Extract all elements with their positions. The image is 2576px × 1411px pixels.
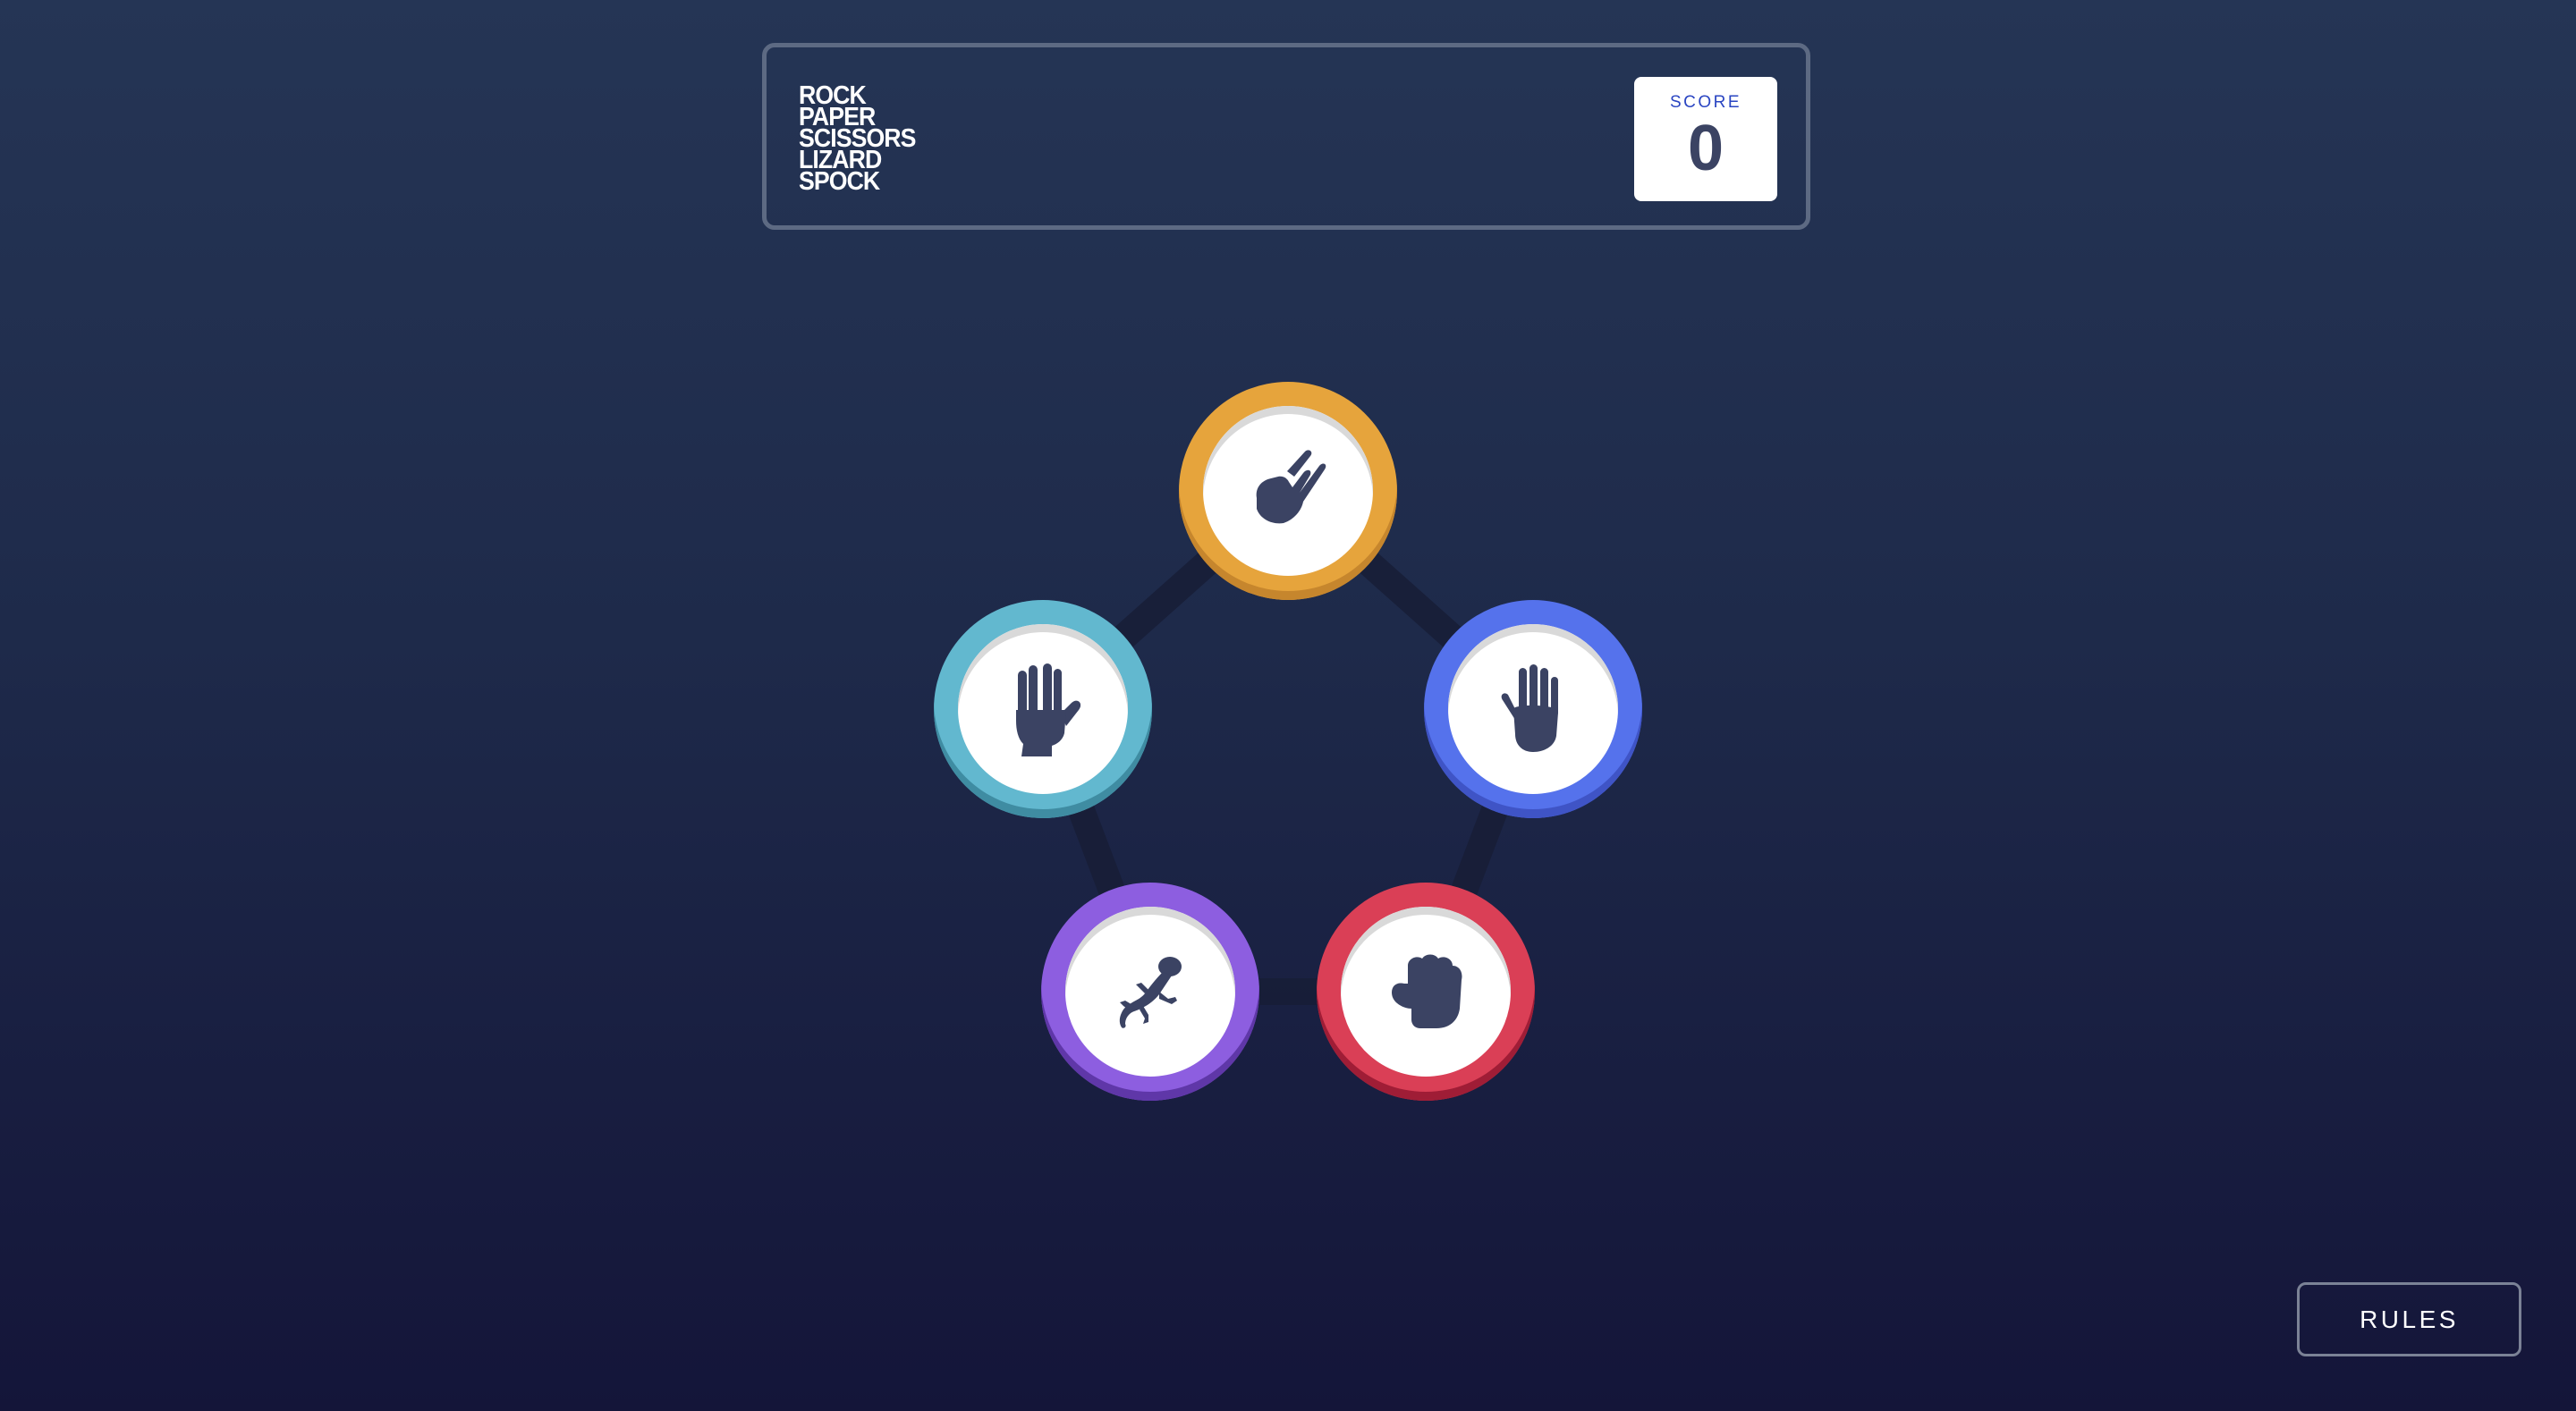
rock-token-face [1341,907,1511,1077]
lizard-token[interactable] [1041,883,1259,1101]
scissors-token-face [1203,406,1373,576]
spock-hand-icon [1005,662,1080,756]
rock-token[interactable] [1317,883,1535,1101]
scissors-token[interactable] [1179,382,1397,600]
rock-fist-icon [1388,953,1463,1030]
lizard-token-face [1065,907,1235,1077]
rules-button[interactable]: RULES [2297,1282,2521,1356]
scissors-hand-icon [1248,446,1328,536]
score-value: 0 [1687,113,1724,184]
paper-token[interactable] [1424,600,1642,818]
title-line-spock: SPOCK [799,167,880,196]
spock-token-face [958,624,1128,794]
paper-token-face [1448,624,1618,794]
game-title: ROCK PAPER SCISSORS LIZARD SPOCK [799,83,916,196]
spock-token[interactable] [934,600,1152,818]
lizard-icon [1109,954,1191,1029]
score-label: SCORE [1669,93,1742,112]
game-header: ROCK PAPER SCISSORS LIZARD SPOCK SCORE 0 [762,43,1810,230]
paper-hand-icon [1496,664,1571,754]
score-box: SCORE 0 [1634,77,1777,201]
